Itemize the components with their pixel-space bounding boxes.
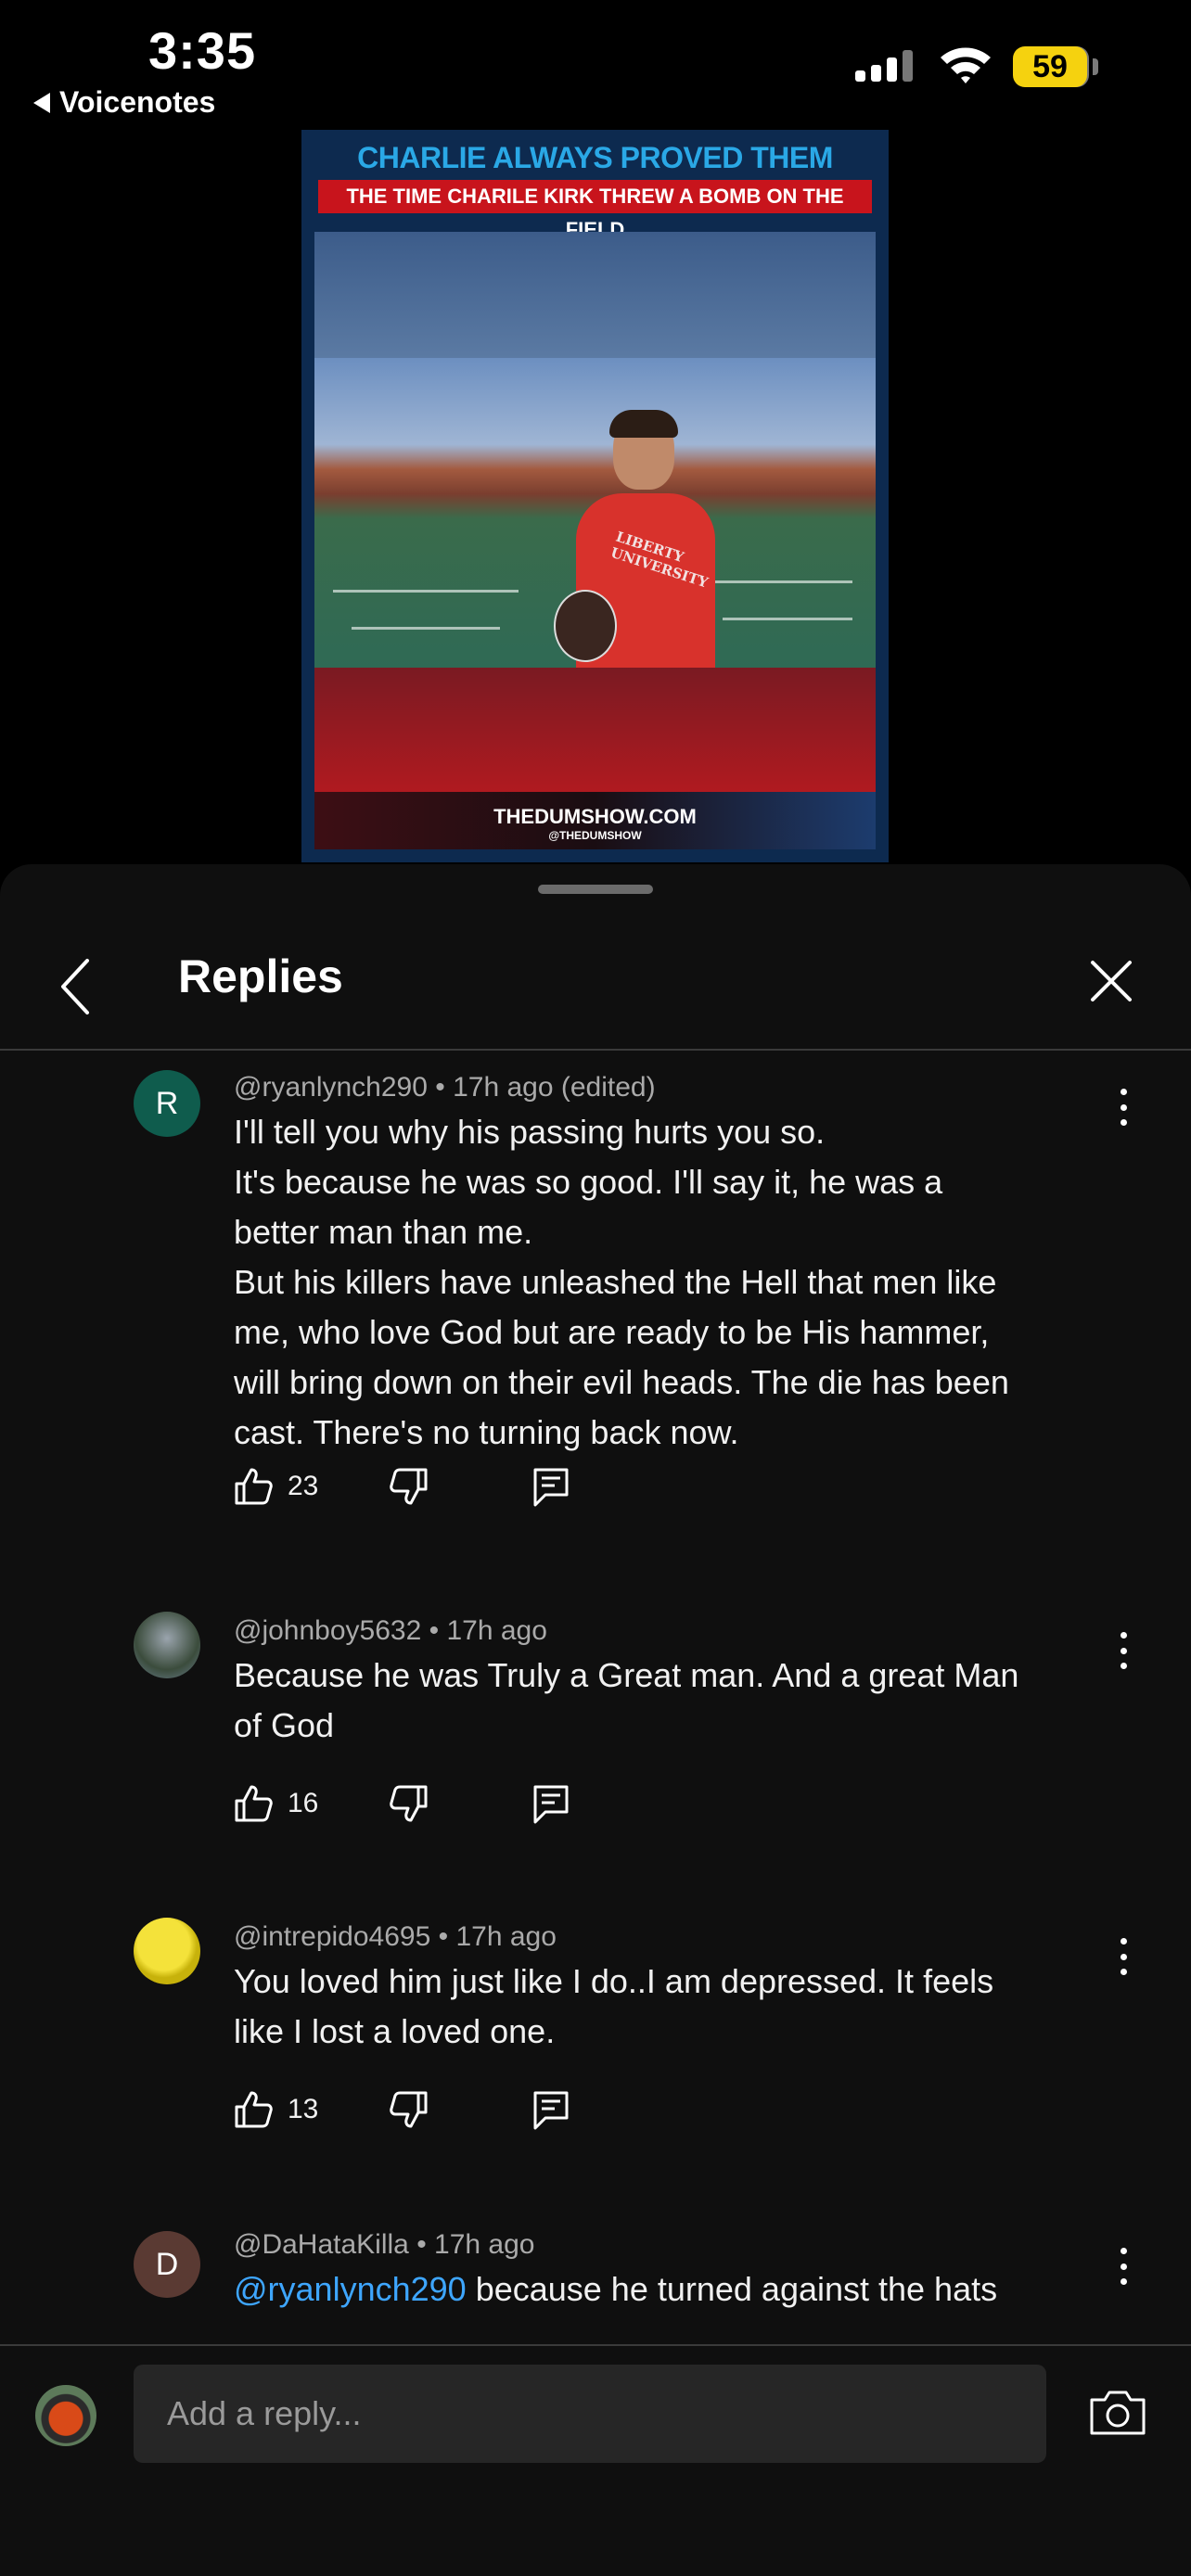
avatar[interactable]: D bbox=[134, 2231, 200, 2298]
like-button[interactable]: 16 bbox=[234, 1784, 318, 1823]
thumbs-down-icon bbox=[390, 1468, 428, 1505]
thumbs-up-icon bbox=[235, 2091, 273, 2128]
back-triangle-icon bbox=[33, 92, 50, 113]
thumbs-up-icon bbox=[235, 1785, 273, 1822]
like-button[interactable]: 13 bbox=[234, 2090, 318, 2129]
replies-sheet: Replies R @ryanlynch290 • 17h ago (edite… bbox=[0, 864, 1191, 2576]
reply-text-body: because he turned against the hats bbox=[466, 2270, 998, 2308]
reply-meta: @DaHataKilla • 17h ago bbox=[234, 2229, 535, 2260]
reply-meta: @ryanlynch290 • 17h ago (edited) bbox=[234, 1072, 656, 1103]
video-brand: THEDUMSHOW.COM @THEDUMSHOW bbox=[314, 792, 876, 849]
comment-icon bbox=[533, 1468, 569, 1507]
video-player[interactable]: CHARLIE ALWAYS PROVED THEM WRONG THE TIM… bbox=[301, 130, 889, 862]
reply-bar-divider bbox=[0, 2344, 1191, 2346]
football bbox=[554, 590, 617, 662]
brand-name: THEDUMSHOW.COM bbox=[493, 805, 697, 828]
reply-button[interactable] bbox=[532, 1784, 570, 1825]
status-time: 3:35 bbox=[148, 21, 257, 80]
video-subtitle: THE TIME CHARILE KIRK THREW A BOMB ON TH… bbox=[318, 180, 872, 241]
more-vertical-icon[interactable] bbox=[1109, 1089, 1137, 1126]
back-app-label: Voicenotes bbox=[59, 85, 216, 119]
thumbs-up-icon bbox=[235, 1468, 273, 1505]
dislike-button[interactable] bbox=[390, 1784, 429, 1823]
like-count: 16 bbox=[288, 1788, 319, 1818]
status-bar: 3:35 Voicenotes 59 bbox=[0, 0, 1191, 130]
chevron-left-icon[interactable] bbox=[58, 957, 95, 1016]
person-figure: LIBERTY UNIVERSITY bbox=[554, 410, 715, 668]
back-to-app-link[interactable]: Voicenotes bbox=[33, 85, 215, 120]
video-scene: LIBERTY UNIVERSITY bbox=[314, 358, 876, 668]
reply-button[interactable] bbox=[532, 1467, 570, 1508]
more-vertical-icon[interactable] bbox=[1109, 2248, 1137, 2285]
dislike-button[interactable] bbox=[390, 1467, 429, 1506]
header-divider bbox=[0, 1049, 1191, 1051]
video-blur-top bbox=[314, 232, 876, 358]
battery-tip bbox=[1093, 58, 1098, 75]
thumbs-down-icon bbox=[390, 1785, 428, 1822]
cellular-signal-icon bbox=[855, 50, 913, 82]
current-user-avatar[interactable] bbox=[35, 2385, 96, 2446]
avatar[interactable] bbox=[134, 1612, 200, 1678]
reply-input[interactable] bbox=[134, 2365, 1046, 2463]
camera-icon[interactable] bbox=[1089, 2389, 1146, 2437]
page-title: Replies bbox=[178, 950, 343, 1002]
reply-button[interactable] bbox=[532, 2090, 570, 2131]
mention-link[interactable]: @ryanlynch290 bbox=[234, 2270, 467, 2308]
reply-meta: @johnboy5632 • 17h ago bbox=[234, 1615, 547, 1646]
drag-handle[interactable] bbox=[538, 885, 653, 894]
avatar[interactable]: R bbox=[134, 1070, 200, 1137]
reply-text: You loved him just like I do..I am depre… bbox=[234, 1962, 994, 2050]
wifi-icon bbox=[941, 47, 991, 83]
dislike-button[interactable] bbox=[390, 2090, 429, 2129]
like-count: 23 bbox=[288, 1471, 319, 1501]
more-vertical-icon[interactable] bbox=[1109, 1938, 1137, 1975]
comment-icon bbox=[533, 2091, 569, 2130]
brand-handle: @THEDUMSHOW bbox=[548, 829, 642, 842]
reply-text: I'll tell you why his passing hurts you … bbox=[234, 1113, 1009, 1451]
thumbs-down-icon bbox=[390, 2091, 428, 2128]
close-icon[interactable] bbox=[1089, 959, 1133, 1003]
video-blur-bottom bbox=[314, 668, 876, 792]
comment-icon bbox=[533, 1785, 569, 1824]
reply-text: @ryanlynch290 because he turned against … bbox=[234, 2264, 1096, 2315]
battery-icon: 59 bbox=[1013, 46, 1087, 87]
avatar[interactable] bbox=[134, 1918, 200, 1984]
reply-text: Because he was Truly a Great man. And a … bbox=[234, 1656, 1019, 1744]
like-button[interactable]: 23 bbox=[234, 1467, 318, 1506]
more-vertical-icon[interactable] bbox=[1109, 1632, 1137, 1669]
like-count: 13 bbox=[288, 2094, 319, 2124]
reply-meta: @intrepido4695 • 17h ago bbox=[234, 1921, 557, 1952]
